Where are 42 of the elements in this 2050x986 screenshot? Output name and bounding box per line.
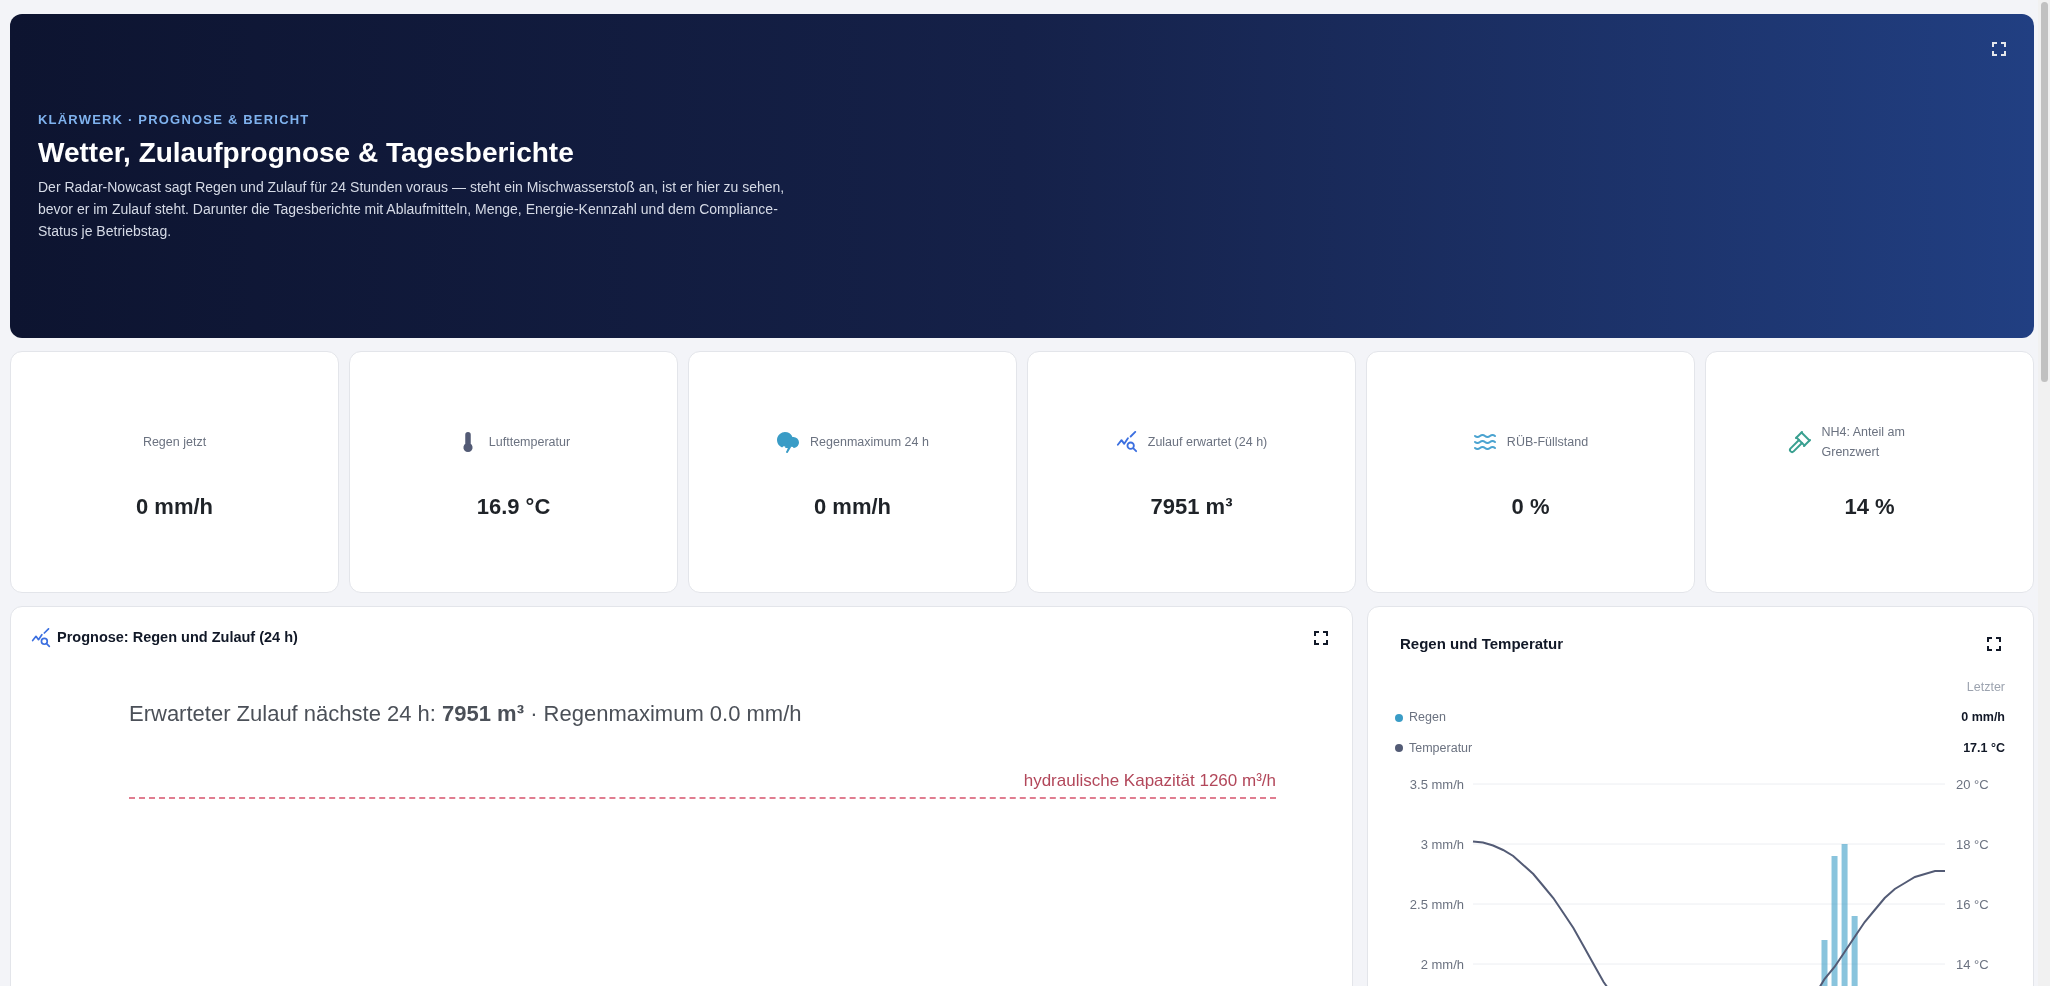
panel-title: Regen und Temperatur — [1400, 634, 1564, 654]
stat-value: 0 mm/h — [136, 492, 213, 521]
chart-search-icon — [31, 627, 51, 648]
legend-header: Letzter — [1966, 678, 2005, 696]
rain-bar — [1851, 915, 1858, 986]
stat-value: 0 mm/h — [814, 492, 891, 521]
stat-value: 16.9 °C — [476, 492, 551, 521]
stat-label: Lufttemperatur — [488, 433, 571, 451]
page-description: Der Radar-Nowcast sagt Regen und Zulauf für 24 Stunden voraus — steht ein Mischwasserstoß an, ist er hier zu sehen, bevor er im Zulauf steht. Darunter die Tagesberichte mit Ablaufmitteln, Menge, Energie-Kennzahl und dem Compliance-Status je Betriebstag. — [38, 178, 786, 242]
axis-label: 20 °C — [1956, 776, 1989, 792]
fullscreen-icon[interactable] — [1314, 630, 1328, 645]
legend-reading: 0 mm/h — [1961, 709, 2005, 727]
axis-label: 2 mm/h — [1420, 956, 1464, 972]
scrollbar-thumb[interactable] — [2040, 2, 2048, 382]
stat-label: Zulauf erwartet (24 h) — [1147, 433, 1268, 451]
stat-value: 7951 m³ — [1150, 492, 1233, 521]
axis-label: 16 °C — [1956, 896, 1989, 912]
legend-label: Regen — [1409, 709, 1446, 727]
stat-value: 0 % — [1511, 492, 1550, 521]
axis-label: 2.5 mm/h — [1409, 896, 1464, 912]
legend-reading: 17.1 °C — [1963, 740, 2005, 757]
eyebrow-label: KLÄRWERK · PROGNOSE & BERICHT — [38, 110, 311, 129]
chart-search-icon — [1115, 430, 1138, 453]
axis-label: 3 mm/h — [1420, 836, 1464, 852]
stat-label: RÜB-Füllstand — [1506, 433, 1589, 451]
stat-label: Regen jetzt — [142, 433, 207, 451]
legend-label: Temperatur — [1409, 740, 1473, 757]
page-title: Wetter, Zulaufprognose & Tagesberichte — [38, 136, 575, 171]
capacity-label: hydraulische Kapazität 1260 m³/h — [1023, 769, 1276, 792]
axis-label: 3.5 mm/h — [1409, 776, 1464, 792]
panel-title: Prognose: Regen und Zulauf (24 h) — [57, 628, 298, 647]
gavel-icon — [1787, 429, 1812, 454]
stat-label: NH4: Anteil am Grenzwert — [1821, 423, 1906, 461]
axis-label: 14 °C — [1956, 956, 1989, 972]
fullscreen-icon[interactable] — [1987, 637, 2001, 652]
stat-label: Regenmaximum 24 h — [810, 433, 929, 451]
forecast-summary: Erwarteter Zulauf nächste 24 h: 7951 m³ · Regenmaximum 0.0 mm/h — [129, 699, 803, 728]
rain-bar — [1821, 939, 1828, 986]
axis-label: 18 °C — [1956, 836, 1989, 852]
cloud-lightning-icon — [776, 429, 801, 454]
stat-value: 14 % — [1844, 492, 1895, 521]
scrollbar[interactable] — [2038, 0, 2050, 986]
